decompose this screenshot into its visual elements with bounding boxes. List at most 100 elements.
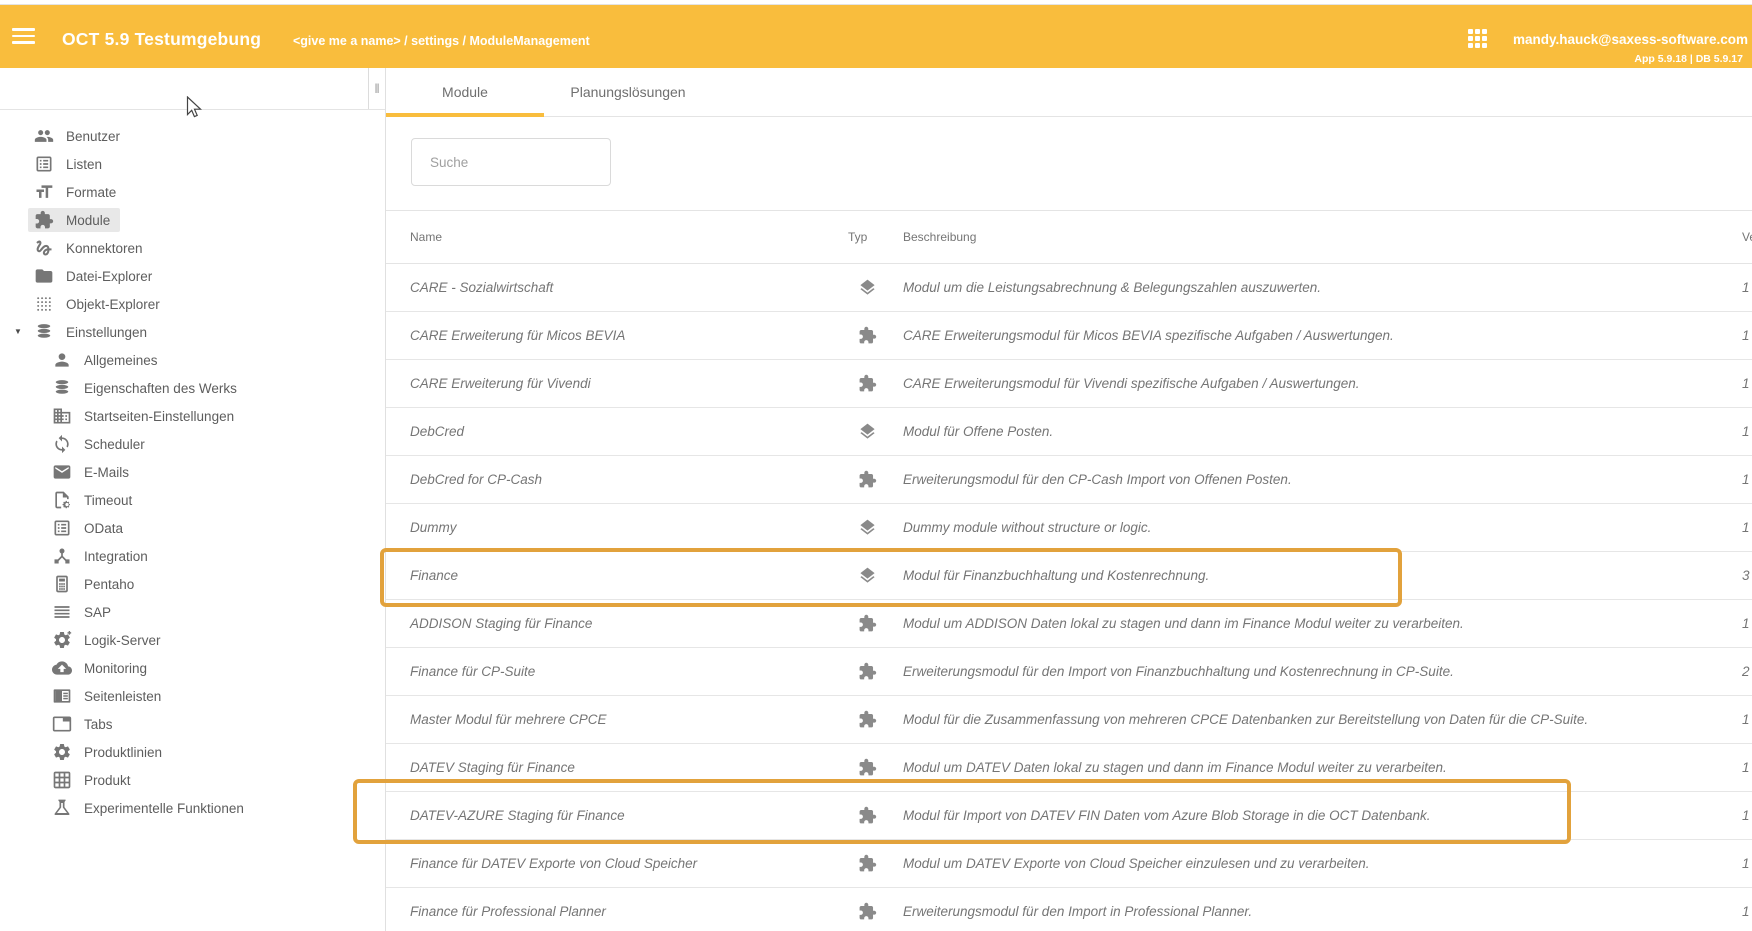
module-name-cell: Master Modul für mehrere CPCE bbox=[410, 712, 840, 727]
table-row-addison-staging-für-finance[interactable]: ADDISON Staging für FinanceModul um ADDI… bbox=[386, 600, 1752, 648]
building-icon bbox=[52, 406, 72, 426]
connector-icon bbox=[34, 238, 54, 258]
module-type-cell bbox=[840, 470, 900, 489]
table-row-master-modul-für-mehrere-cpce[interactable]: Master Modul für mehrere CPCE Modul für d… bbox=[386, 696, 1752, 744]
module-versions-cell: 1 bbox=[1726, 328, 1752, 343]
sidebar-item-monitoring[interactable]: Monitoring bbox=[0, 654, 385, 682]
table-row-finance-für-professional-planner[interactable]: Finance für Professional PlannerErweiter… bbox=[386, 888, 1752, 931]
table-row-debcred[interactable]: DebCredModul für Offene Posten.1 bbox=[386, 408, 1752, 456]
sidebar-item-label: Eigenschaften des Werks bbox=[84, 381, 237, 396]
layers-icon bbox=[858, 422, 877, 441]
expander-caret-icon[interactable]: ▼ bbox=[14, 327, 22, 336]
sidebar-item-seitenleisten[interactable]: Seitenleisten bbox=[0, 682, 385, 710]
gear-plus-icon bbox=[52, 630, 72, 650]
table-row-finance-für-cp-suite[interactable]: Finance für CP-SuiteErweiterungsmodul fü… bbox=[386, 648, 1752, 696]
version-info: App 5.9.18 | DB 5.9.17 bbox=[1634, 53, 1743, 65]
apps-grid-icon[interactable] bbox=[1468, 29, 1487, 48]
sidebar-item-produkt[interactable]: Produkt bbox=[0, 766, 385, 794]
user-email[interactable]: mandy.hauck@saxess-software.com bbox=[1513, 32, 1748, 47]
puzzle-icon bbox=[858, 614, 877, 633]
list-icon bbox=[52, 518, 72, 538]
sidebar-item-benutzer[interactable]: Benutzer bbox=[0, 122, 385, 150]
table-body: CARE - SozialwirtschaftModul um die Leis… bbox=[386, 264, 1752, 931]
table-row-care-erweiterung-für-micos-bevia[interactable]: CARE Erweiterung für Micos BEVIACARE Erw… bbox=[386, 312, 1752, 360]
module-description-cell: Modul um ADDISON Daten lokal zu stagen u… bbox=[900, 616, 1726, 631]
sidebar-item-einstellungen[interactable]: ▼Einstellungen bbox=[0, 318, 385, 346]
module-description-cell: Modul für die Zusammenfassung von mehrer… bbox=[900, 712, 1726, 727]
module-type-cell bbox=[840, 614, 900, 633]
table-row-finance[interactable]: FinanceModul für Finanzbuchhaltung und K… bbox=[386, 552, 1752, 600]
sidebar-item-produktlinien[interactable]: Produktlinien bbox=[0, 738, 385, 766]
sidebar-item-konnektoren[interactable]: Konnektoren bbox=[0, 234, 385, 262]
sidebar-item-tabs[interactable]: Tabs bbox=[0, 710, 385, 738]
sidebar-item-allgemeines[interactable]: Allgemeines bbox=[0, 346, 385, 374]
dot-grid-icon bbox=[34, 294, 54, 314]
module-type-cell bbox=[840, 854, 900, 873]
sidebar-item-experimentelle-funktionen[interactable]: Experimentelle Funktionen bbox=[0, 794, 385, 822]
sidebar-item-logik-server[interactable]: Logik-Server bbox=[0, 626, 385, 654]
sidebar-item-e-mails[interactable]: E-Mails bbox=[0, 458, 385, 486]
tab-planungslösungen[interactable]: Planungslösungen bbox=[544, 68, 712, 116]
sidebar-item-eigenschaften-des-werks[interactable]: Eigenschaften des Werks bbox=[0, 374, 385, 402]
sidebar-item-label: SAP bbox=[84, 605, 111, 620]
sidebar-item-module[interactable]: Module bbox=[0, 206, 385, 234]
module-versions-cell: 1 bbox=[1726, 472, 1752, 487]
sidebar-item-datei-explorer[interactable]: Datei-Explorer bbox=[0, 262, 385, 290]
database-icon bbox=[52, 378, 72, 398]
document-gear-icon bbox=[52, 490, 72, 510]
module-name-cell: DebCred for CP-Cash bbox=[410, 472, 840, 487]
module-name-cell: CARE Erweiterung für Vivendi bbox=[410, 376, 840, 391]
puzzle-icon bbox=[858, 326, 877, 345]
search-input[interactable]: Suche bbox=[411, 138, 611, 186]
sidebar-item-label: Logik-Server bbox=[84, 633, 161, 648]
sidebar-item-objekt-explorer[interactable]: Objekt-Explorer bbox=[0, 290, 385, 318]
sidebar-item-label: E-Mails bbox=[84, 465, 129, 480]
hamburger-menu-icon[interactable] bbox=[12, 28, 35, 48]
sidebar-item-odata[interactable]: OData bbox=[0, 514, 385, 542]
sidebar-item-sap[interactable]: SAP bbox=[0, 598, 385, 626]
grid-icon bbox=[52, 770, 72, 790]
column-header-beschreibung[interactable]: Beschreibung bbox=[900, 230, 1726, 244]
tab-module[interactable]: Module bbox=[386, 68, 544, 116]
layers-icon bbox=[858, 278, 877, 297]
sidebar-item-label: Allgemeines bbox=[84, 353, 158, 368]
module-name-cell: CARE - Sozialwirtschaft bbox=[410, 280, 840, 295]
puzzle-icon bbox=[34, 210, 54, 230]
sidebar-panel-icon bbox=[52, 686, 72, 706]
module-type-cell bbox=[840, 566, 900, 585]
module-description-cell: Erweiterungsmodul für den CP-Cash Import… bbox=[900, 472, 1726, 487]
sidebar-item-pentaho[interactable]: Pentaho bbox=[0, 570, 385, 598]
module-name-cell: Dummy bbox=[410, 520, 840, 535]
sidebar-item-listen[interactable]: Listen bbox=[0, 150, 385, 178]
module-type-cell bbox=[840, 374, 900, 393]
sidebar-nav: Benutzer Listen FormateModuleKonnektorenDa… bbox=[0, 110, 385, 822]
column-header-typ[interactable]: Typ bbox=[840, 230, 900, 244]
table-header-row: Name Typ Beschreibung Versionen bbox=[386, 211, 1752, 264]
sidebar-resize-handle[interactable]: ‖ bbox=[368, 68, 385, 109]
table-row-datev-staging-für-finance[interactable]: DATEV Staging für FinanceModul um DATEV … bbox=[386, 744, 1752, 792]
module-description-cell: CARE Erweiterungsmodul für Vivendi spezi… bbox=[900, 376, 1726, 391]
table-row-care-sozialwirtschaft[interactable]: CARE - SozialwirtschaftModul um die Leis… bbox=[386, 264, 1752, 312]
module-name-cell: CARE Erweiterung für Micos BEVIA bbox=[410, 328, 840, 343]
breadcrumb: <give me a name> / settings / ModuleMana… bbox=[293, 34, 590, 48]
module-versions-cell: 2 bbox=[1726, 664, 1752, 679]
table-row-finance-für-datev-exporte-von-cloud-speicher[interactable]: Finance für DATEV Exporte von Cloud Spei… bbox=[386, 840, 1752, 888]
main-content: ModulePlanungslösungen Suche Name Typ Be… bbox=[385, 68, 1752, 931]
sidebar: ‖ Benutzer Listen FormateModuleKonnektoren… bbox=[0, 68, 385, 931]
sidebar-item-scheduler[interactable]: Scheduler bbox=[0, 430, 385, 458]
table-row-datev-azure-staging-für-finance[interactable]: DATEV-AZURE Staging für FinanceModul für… bbox=[386, 792, 1752, 840]
table-row-debcred-for-cp-cash[interactable]: DebCred for CP-Cash Erweiterungsmodul für… bbox=[386, 456, 1752, 504]
column-header-name[interactable]: Name bbox=[410, 230, 840, 244]
layers-icon bbox=[858, 566, 877, 585]
sidebar-item-label: Listen bbox=[66, 157, 102, 172]
table-row-dummy[interactable]: DummyDummy module without structure or l… bbox=[386, 504, 1752, 552]
sidebar-item-timeout[interactable]: Timeout bbox=[0, 486, 385, 514]
sidebar-item-label: Objekt-Explorer bbox=[66, 297, 160, 312]
calculator-icon bbox=[52, 574, 72, 594]
column-header-versionen[interactable]: Versionen bbox=[1726, 230, 1752, 244]
module-description-cell: Modul für Offene Posten. bbox=[900, 424, 1726, 439]
sidebar-item-formate[interactable]: Formate bbox=[0, 178, 385, 206]
sidebar-item-integration[interactable]: Integration bbox=[0, 542, 385, 570]
table-row-care-erweiterung-für-vivendi[interactable]: CARE Erweiterung für Vivendi CARE Erweite… bbox=[386, 360, 1752, 408]
sidebar-item-startseiten-einstellungen[interactable]: Startseiten-Einstellungen bbox=[0, 402, 385, 430]
